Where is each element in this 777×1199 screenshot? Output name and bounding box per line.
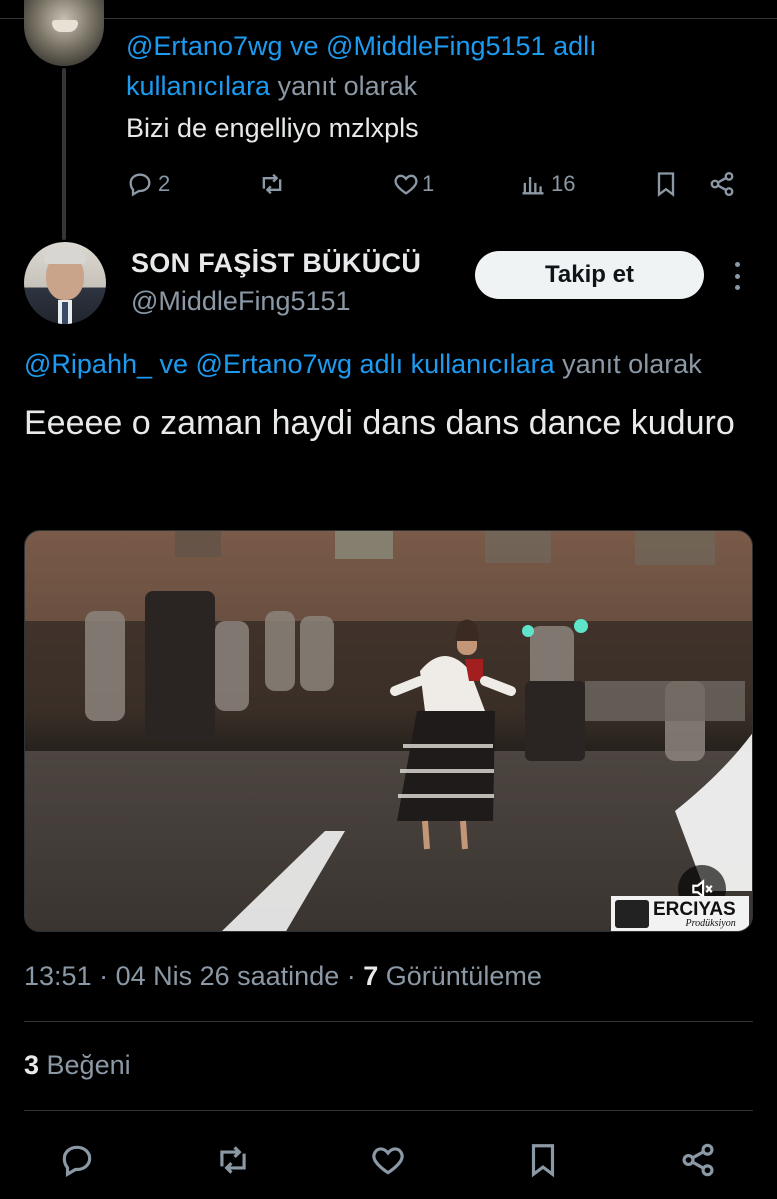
retweet-button[interactable] xyxy=(258,166,286,202)
likes-summary[interactable]: 3 Beğeni xyxy=(24,1050,131,1081)
share-icon xyxy=(682,1143,714,1177)
divider xyxy=(24,1021,753,1022)
like-count: 1 xyxy=(422,171,435,196)
video-watermark: ERCIYAS Prodüksiyon xyxy=(611,896,749,931)
mention-link[interactable]: @Ripahh_ xyxy=(24,349,152,379)
retweet-button[interactable] xyxy=(211,1138,255,1182)
retweet-icon xyxy=(220,1146,246,1174)
more-options-button[interactable] xyxy=(722,258,752,294)
thread-connector-line xyxy=(62,68,66,240)
likes-count: 3 xyxy=(24,1050,40,1080)
views-icon xyxy=(522,177,544,195)
share-button[interactable] xyxy=(708,166,736,202)
reply-button[interactable]: 2 xyxy=(126,166,170,202)
reply-tweet-text: Bizi de engelliyo mzlxpls xyxy=(126,113,419,143)
more-dot xyxy=(734,262,740,267)
top-divider xyxy=(0,18,777,19)
mention-connector: ve xyxy=(282,31,327,61)
like-button[interactable] xyxy=(366,1138,410,1182)
tweet-meta: 13:51 · 04 Nis 26 saatinde · 7 Görüntüle… xyxy=(24,961,542,992)
mention-connector: ve xyxy=(152,349,196,379)
mention-link[interactable]: @MiddleFing5151 xyxy=(326,31,546,61)
author-avatar[interactable] xyxy=(24,242,106,324)
video-frame xyxy=(25,531,752,931)
views-count: 7 xyxy=(363,961,379,991)
meta-separator: · xyxy=(91,961,116,991)
reply-icon xyxy=(129,173,151,197)
tweet-actions xyxy=(0,1138,777,1182)
retweet-icon xyxy=(262,173,282,195)
share-button[interactable] xyxy=(676,1138,720,1182)
like-icon xyxy=(372,1147,404,1175)
bookmark-icon xyxy=(531,1144,555,1178)
bookmark-button[interactable] xyxy=(521,1138,565,1182)
tweet-date[interactable]: 04 Nis 26 saatinde xyxy=(116,961,340,991)
bookmark-icon xyxy=(657,172,675,197)
author-display-name[interactable]: SON FAŞİST BÜKÜCÜ xyxy=(131,248,421,279)
video-player[interactable]: ERCIYAS Prodüksiyon xyxy=(24,530,753,932)
more-dot xyxy=(734,273,740,279)
reply-button[interactable] xyxy=(55,1138,99,1182)
tweet-time[interactable]: 13:51 xyxy=(24,961,92,991)
reply-icon xyxy=(62,1145,92,1178)
share-icon xyxy=(710,171,734,197)
like-button[interactable]: 1 xyxy=(392,166,434,202)
views-count: 16 xyxy=(551,171,576,196)
watermark-title: ERCIYAS xyxy=(653,898,736,920)
reply-tweet-actions: 2 1 16 xyxy=(126,166,746,202)
mention-link[interactable]: @Ertano7wg xyxy=(126,31,283,61)
tweet-text: Eeeee o zaman haydi dans dans dance kudu… xyxy=(24,404,735,442)
reply-context-suffix: yanıt olarak xyxy=(554,349,702,379)
author-handle[interactable]: @MiddleFing5151 xyxy=(131,286,351,317)
camera-logo-icon xyxy=(615,900,649,928)
reply-count: 2 xyxy=(158,171,171,196)
bookmark-button[interactable] xyxy=(652,166,680,202)
mention-link[interactable]: @Ertano7wg xyxy=(196,349,353,379)
meta-separator: · xyxy=(339,961,364,991)
views-button[interactable]: 16 xyxy=(519,166,575,202)
reply-author-avatar[interactable] xyxy=(24,0,104,66)
watermark-subtitle: Prodüksiyon xyxy=(685,917,736,929)
views-label: Görüntüleme xyxy=(378,961,542,991)
reply-context: @Ertano7wg ve @MiddleFing5151 adlı kulla… xyxy=(126,26,746,106)
mention-suffix[interactable]: adlı kullanıcılara xyxy=(352,349,555,379)
reply-context: @Ripahh_ ve @Ertano7wg adlı kullanıcılar… xyxy=(24,344,702,384)
more-dot xyxy=(734,285,740,290)
reply-context-suffix: yanıt olarak xyxy=(270,71,418,101)
likes-label: Beğeni xyxy=(39,1050,131,1080)
follow-button[interactable]: Takip et xyxy=(475,251,704,299)
divider xyxy=(24,1110,753,1111)
like-icon xyxy=(394,174,418,195)
